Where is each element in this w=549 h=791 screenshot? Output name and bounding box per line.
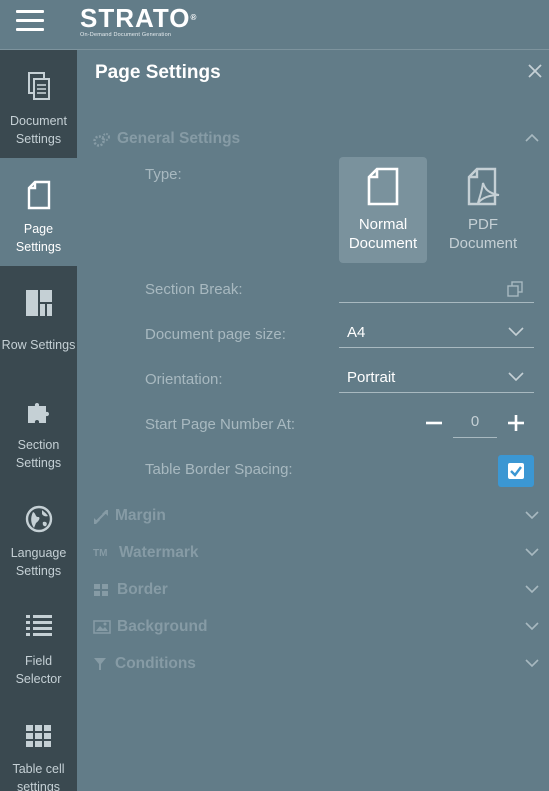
- type-option-label: Document: [348, 235, 418, 252]
- section-heading: Margin: [115, 507, 166, 524]
- chevron-down-icon: [508, 372, 524, 381]
- table-border-label: Table Border Spacing:: [145, 461, 293, 478]
- checkmark-icon: [510, 466, 522, 477]
- type-option-normal-document[interactable]: Normal Document: [339, 157, 427, 263]
- logo: STRATO® On-Demand Document Generation: [80, 3, 198, 38]
- sidebar-item-label: Document: [10, 114, 67, 128]
- chevron-up-icon[interactable]: [525, 134, 539, 142]
- start-page-input[interactable]: 0: [453, 410, 497, 438]
- section-border[interactable]: Border: [93, 579, 539, 603]
- sidebar-item-label: Field: [24, 654, 53, 668]
- orientation-value: Portrait: [347, 369, 396, 386]
- section-break-field[interactable]: [339, 273, 534, 303]
- close-icon[interactable]: [527, 63, 543, 79]
- sidebar-item-label: Settings: [15, 132, 62, 146]
- pdf-icon: [467, 167, 500, 206]
- sidebar-item-label: Section: [17, 438, 60, 452]
- sidebar-item-field-selector[interactable]: Field Selector: [0, 590, 77, 698]
- minus-icon[interactable]: [425, 414, 443, 432]
- chevron-down-icon[interactable]: [525, 511, 539, 519]
- chevron-down-icon: [508, 327, 524, 336]
- sidebar-item-label: Settings: [15, 456, 62, 470]
- section-heading: Conditions: [115, 655, 196, 672]
- start-page-label: Start Page Number At:: [145, 416, 296, 433]
- page-size-label: Document page size:: [145, 326, 286, 343]
- sidebar-item-label: Selector: [15, 672, 62, 686]
- sidebar: Document Settings Page Settings Row Sett…: [0, 50, 77, 791]
- table-border-checkbox[interactable]: [498, 455, 534, 487]
- page-icon: [367, 167, 399, 206]
- sidebar-item-label: Table cell: [12, 762, 65, 776]
- orientation-label: Orientation:: [145, 371, 223, 388]
- gears-icon: [93, 133, 110, 147]
- page-icon: [27, 180, 50, 210]
- type-option-pdf-document[interactable]: PDF Document: [439, 157, 527, 263]
- page-size-select[interactable]: A4: [339, 318, 534, 348]
- section-conditions[interactable]: Conditions: [93, 653, 539, 677]
- top-bar: STRATO® On-Demand Document Generation: [0, 0, 549, 50]
- sidebar-item-label: Settings: [15, 240, 62, 254]
- globe-icon: [25, 505, 52, 533]
- chevron-down-icon[interactable]: [525, 585, 539, 593]
- section-watermark[interactable]: TM Watermark: [93, 542, 539, 566]
- page-size-value: A4: [347, 324, 366, 341]
- section-heading: General Settings: [117, 130, 241, 147]
- sidebar-item-label: settings: [16, 780, 61, 791]
- filter-icon: [94, 658, 106, 670]
- sidebar-item-table-cell-settings[interactable]: Table cell settings: [0, 698, 77, 791]
- orientation-select[interactable]: Portrait: [339, 363, 534, 393]
- sidebar-item-section-settings[interactable]: Section Settings: [0, 374, 77, 482]
- trademark-icon: TM: [93, 548, 108, 559]
- hamburger-menu-icon[interactable]: [16, 10, 44, 34]
- chevron-down-icon[interactable]: [525, 659, 539, 667]
- sidebar-item-document-settings[interactable]: Document Settings: [0, 50, 77, 158]
- sidebar-item-label: Page: [23, 222, 54, 236]
- row-layout-icon: [25, 290, 52, 316]
- type-label: Type:: [145, 166, 182, 183]
- type-option-label: Document: [448, 235, 518, 252]
- section-heading: Border: [117, 581, 168, 598]
- page-settings-panel: Page Settings General Settings Type: Nor…: [77, 50, 549, 791]
- grid-icon: [25, 725, 51, 747]
- section-general-settings[interactable]: General Settings: [93, 128, 539, 152]
- sidebar-item-label: Settings: [15, 564, 62, 578]
- section-break-label: Section Break:: [145, 281, 243, 298]
- sidebar-item-row-settings[interactable]: Row Settings: [0, 266, 77, 374]
- type-option-label: Normal: [358, 216, 408, 233]
- sidebar-item-language-settings[interactable]: Language Settings: [0, 482, 77, 590]
- type-option-label: PDF: [468, 216, 498, 233]
- resize-arrows-icon: [94, 510, 108, 524]
- panel-title: Page Settings: [95, 62, 221, 83]
- document-settings-icon: [27, 72, 50, 100]
- section-background[interactable]: Background: [93, 616, 539, 640]
- plus-icon[interactable]: [507, 414, 525, 432]
- sidebar-item-label: Row Settings: [1, 338, 76, 352]
- border-icon: [94, 584, 108, 596]
- list-icon: [25, 615, 52, 636]
- chevron-down-icon[interactable]: [525, 548, 539, 556]
- chevron-down-icon[interactable]: [525, 622, 539, 630]
- sidebar-item-label: Language: [10, 546, 67, 560]
- image-icon: [93, 620, 111, 634]
- section-heading: Background: [117, 618, 208, 635]
- section-heading: Watermark: [119, 544, 199, 561]
- puzzle-icon: [27, 403, 49, 423]
- sidebar-item-page-settings[interactable]: Page Settings: [0, 158, 77, 266]
- section-margin[interactable]: Margin: [93, 505, 539, 529]
- copy-icon[interactable]: [506, 280, 524, 298]
